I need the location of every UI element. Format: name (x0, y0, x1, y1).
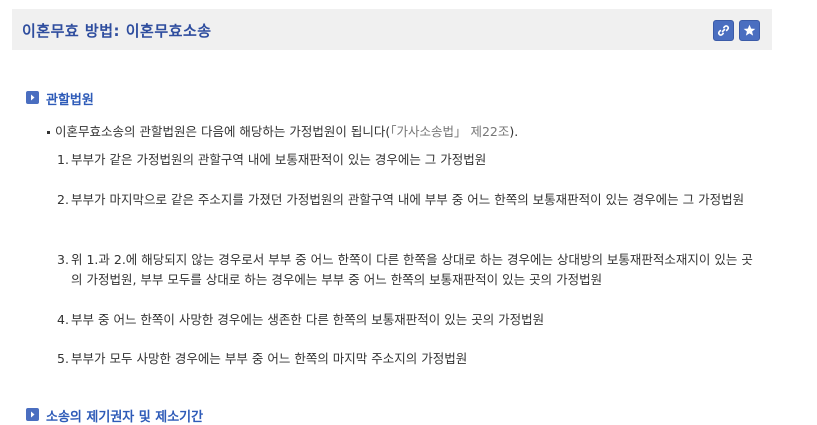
star-icon (743, 24, 756, 36)
arrow-right-icon (26, 91, 39, 104)
page-title: 이혼무효 방법: 이혼무효소송 (22, 22, 212, 40)
list-text: 부부 중 어느 한쪽이 사망한 경우에는 생존한 다른 한쪽의 보통재판적이 있… (71, 312, 545, 327)
intro-text: 이혼무효소송의 관할법원은 다음에 해당하는 가정법원이 됩니다(「가사소송법」… (47, 121, 518, 140)
list-number: 1. (57, 152, 69, 167)
title-bar: 이혼무효 방법: 이혼무효소송 (12, 9, 772, 50)
law-reference: 「가사소송법」 제22조 (390, 124, 510, 139)
list-item: 4. 부부 중 어느 한쪽이 사망한 경우에는 생존한 다른 한쪽의 보통재판적… (57, 310, 762, 330)
list-number: 2. (57, 192, 69, 207)
list-item: 5. 부부가 모두 사망한 경우에는 부부 중 어느 한쪽의 마지막 주소지의 … (57, 349, 762, 369)
intro-suffix: ). (509, 124, 519, 139)
list-number: 4. (57, 312, 69, 327)
list-text: 위 1.과 2.에 해당되지 않는 경우로서 부부 중 어느 한쪽이 다른 한쪽… (71, 252, 753, 287)
link-button[interactable] (713, 20, 734, 41)
section-title: 관할법원 (46, 93, 94, 108)
list-item: 2. 부부가 마지막으로 같은 주소지를 가졌던 가정법원의 관할구역 내에 부… (57, 190, 762, 210)
list-text: 부부가 모두 사망한 경우에는 부부 중 어느 한쪽의 마지막 주소지의 가정법… (71, 351, 468, 366)
list-text: 부부가 같은 가정법원의 관할구역 내에 보통재판적이 있는 경우에는 그 가정… (71, 152, 487, 167)
intro-prefix: 이혼무효소송의 관할법원은 다음에 해당하는 가정법원이 됩니다( (55, 124, 391, 139)
list-item: 1. 부부가 같은 가정법원의 관할구역 내에 보통재판적이 있는 경우에는 그… (57, 150, 762, 170)
list-number: 5. (57, 351, 69, 366)
arrow-right-icon (26, 408, 39, 421)
list-item: 3. 위 1.과 2.에 해당되지 않는 경우로서 부부 중 어느 한쪽이 다른… (57, 250, 762, 290)
link-icon (718, 25, 729, 36)
bookmark-button[interactable] (739, 20, 760, 41)
list-text: 부부가 마지막으로 같은 주소지를 가졌던 가정법원의 관할구역 내에 부부 중… (71, 192, 745, 207)
section-title: 소송의 제기권자 및 제소기간 (46, 410, 204, 425)
list-number: 3. (57, 252, 69, 267)
bullet-icon (47, 131, 50, 134)
